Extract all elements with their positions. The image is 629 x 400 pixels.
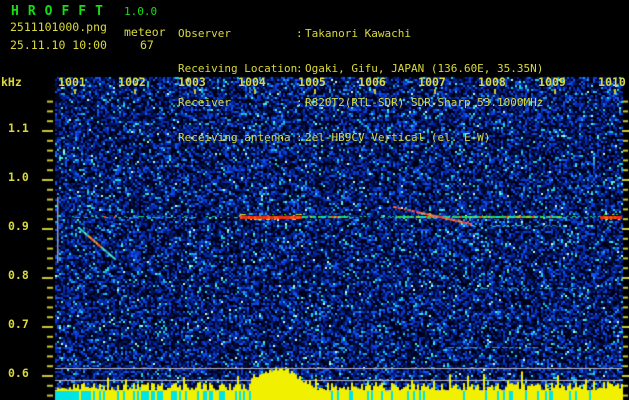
info-value: Takanori Kawachi xyxy=(305,27,411,40)
datetime: 25.11.10 10:00 xyxy=(10,38,107,52)
info-label: Receiver xyxy=(178,96,231,109)
info-label: Receiving antenna xyxy=(178,130,291,144)
time-label: 1001 xyxy=(58,75,86,89)
mode-label: meteor xyxy=(124,25,166,39)
info-row-observer: Observer: Takanori Kawachi xyxy=(178,28,543,40)
echo-count: 67 xyxy=(140,38,154,52)
info-value: R820T2(RTL-SDR) SDR-Sharp 53.1000MHz xyxy=(305,96,544,109)
time-label: 1004 xyxy=(238,75,266,89)
freq-unit-label: kHz xyxy=(1,75,22,89)
time-label: 1003 xyxy=(178,75,206,89)
info-value: 2el-HB9CV Vertical (el. E-W) xyxy=(305,130,491,144)
info-label: Observer xyxy=(178,27,231,40)
freq-label: 0.6 xyxy=(8,366,29,380)
info-separator: : xyxy=(296,61,303,75)
info-separator: : xyxy=(296,130,303,144)
time-label: 1007 xyxy=(418,75,446,89)
freq-label: 1.1 xyxy=(8,121,29,135)
time-label: 1002 xyxy=(118,75,146,89)
time-label: 1008 xyxy=(478,75,506,89)
app-version: 1.0.0 xyxy=(124,5,158,18)
info-value: Ogaki, Gifu, JAPAN (136.60E, 35.35N) xyxy=(305,61,544,75)
freq-label: 1.0 xyxy=(8,170,29,184)
time-label: 1006 xyxy=(358,75,386,89)
info-row-receiver: Receiver: R820T2(RTL-SDR) SDR-Sharp 53.10… xyxy=(178,97,543,109)
time-label: 1005 xyxy=(298,75,326,89)
info-separator: : xyxy=(296,96,303,109)
info-label: Receiving Location xyxy=(178,61,298,75)
info-row-antenna: Receiving antenna:2el-HB9CV Vertical (el… xyxy=(178,130,543,144)
info-row-location: Receiving Location: Ogaki, Gifu, JAPAN (1… xyxy=(178,61,544,75)
time-label: 1010 xyxy=(598,75,626,89)
hrofft-output-image: HROFFT 1.0.0 2511101000.png meteor 25.11… xyxy=(0,0,629,400)
freq-label: 0.7 xyxy=(8,317,29,331)
file-name: 2511101000.png xyxy=(10,20,107,34)
app-title: HROFFT xyxy=(11,4,112,19)
freq-label: 0.8 xyxy=(8,268,29,282)
time-label: 1009 xyxy=(538,75,566,89)
info-separator: : xyxy=(296,27,303,40)
freq-label: 0.9 xyxy=(8,219,29,233)
